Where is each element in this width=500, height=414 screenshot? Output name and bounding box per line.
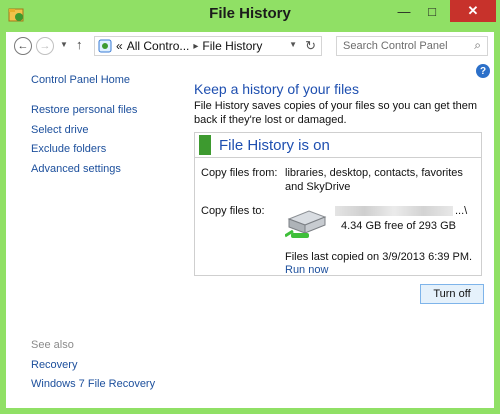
advanced-settings-link[interactable]: Advanced settings [31, 163, 121, 175]
status-header: File History is on [195, 133, 481, 158]
recovery-link[interactable]: Recovery [31, 359, 77, 371]
address-dropdown-icon[interactable]: ▼ [289, 40, 297, 49]
exclude-folders-link[interactable]: Exclude folders [31, 143, 106, 155]
title-bar[interactable]: File History — □ ✕ [0, 0, 500, 32]
copy-from-value: libraries, desktop, contacts, favorites … [285, 167, 463, 193]
refresh-icon[interactable]: ↻ [305, 38, 316, 54]
see-also-label: See also [31, 339, 74, 351]
content-title: Keep a history of your files [194, 81, 359, 97]
turn-off-button[interactable]: Turn off [420, 284, 484, 304]
breadcrumb-all-control[interactable]: All Contro... [127, 39, 190, 53]
drive-path: ...\ [335, 205, 467, 217]
redacted-drive-name [335, 206, 453, 217]
window: File History — □ ✕ ← → ▼ ↑ « All Contro.… [0, 0, 500, 414]
control-panel-home-link[interactable]: Control Panel Home [31, 74, 130, 86]
last-copied-text: Files last copied on 3/9/2013 6:39 PM. [285, 251, 473, 263]
address-row: ← → ▼ ↑ « All Contro... ▸ File History ▼… [6, 32, 494, 60]
breadcrumb-separator[interactable]: ▸ [193, 41, 198, 52]
address-prefix: « [116, 39, 123, 53]
copy-from-label: Copy files from: [201, 167, 278, 179]
status-text: File History is on [219, 137, 330, 154]
recent-pages-dropdown-icon[interactable]: ▼ [60, 40, 68, 49]
copy-to-label: Copy files to: [201, 205, 265, 217]
restore-personal-files-link[interactable]: Restore personal files [31, 104, 137, 116]
back-icon[interactable]: ← [14, 37, 32, 55]
status-panel: File History is on Copy files from: libr… [194, 132, 482, 276]
external-drive-icon [285, 210, 327, 238]
control-panel-icon [98, 39, 112, 53]
search-placeholder: Search Control Panel [343, 40, 448, 52]
breadcrumb-file-history[interactable]: File History [202, 39, 262, 53]
help-icon[interactable]: ? [476, 64, 490, 78]
address-bar[interactable]: « All Contro... ▸ File History ▼ ↻ [94, 36, 322, 56]
up-arrow-icon[interactable]: ↑ [76, 37, 83, 52]
run-now-link[interactable]: Run now [285, 264, 328, 276]
status-indicator [199, 135, 211, 155]
close-button[interactable]: ✕ [450, 0, 496, 22]
drive-free-space: 4.34 GB free of 293 GB [341, 220, 456, 232]
minimize-button[interactable]: — [390, 0, 418, 22]
windows-7-file-recovery-link[interactable]: Windows 7 File Recovery [31, 378, 155, 390]
description: File History saves copies of your files … [194, 100, 478, 126]
maximize-button[interactable]: □ [418, 0, 446, 22]
select-drive-link[interactable]: Select drive [31, 124, 88, 136]
search-icon[interactable]: ⌕ [474, 38, 481, 53]
client-area: ← → ▼ ↑ « All Contro... ▸ File History ▼… [6, 32, 494, 408]
forward-icon[interactable]: → [36, 37, 54, 55]
drive-path-suffix: ...\ [455, 205, 468, 217]
search-input[interactable]: Search Control Panel ⌕ [336, 36, 488, 56]
